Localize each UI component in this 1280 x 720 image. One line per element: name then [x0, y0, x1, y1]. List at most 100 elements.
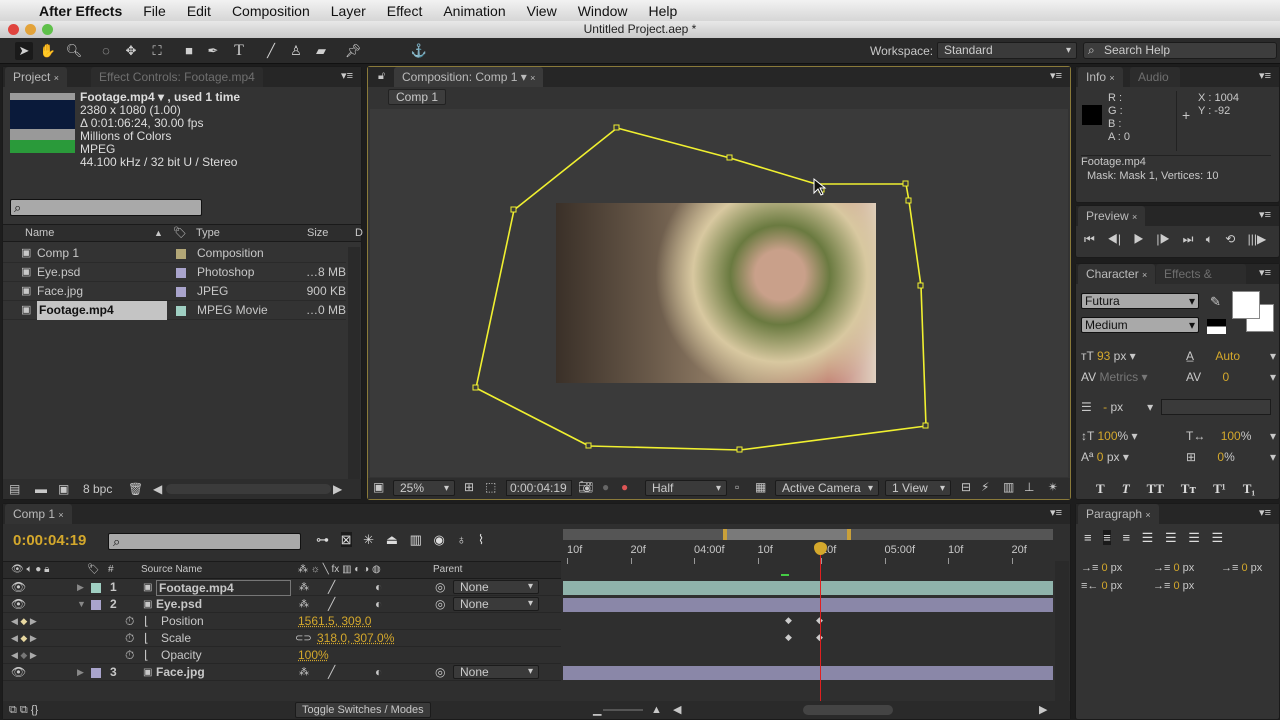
label-color-swatch[interactable] [176, 306, 186, 316]
menu-layer[interactable]: Layer [331, 3, 366, 19]
black-white-swatch[interactable] [1207, 319, 1226, 334]
label-color-swatch[interactable] [176, 268, 186, 278]
previous-frame-icon[interactable]: ◀| [1107, 232, 1121, 246]
timeline-tracks[interactable]: ◆ ◆ ◆ ◆ [563, 574, 1053, 699]
mask-path[interactable] [370, 109, 1068, 477]
tab-info[interactable]: Info × [1078, 67, 1123, 87]
menu-effect[interactable]: Effect [387, 3, 423, 19]
font-size-field[interactable]: ᴛT 93 px ▾ [1081, 346, 1136, 367]
exposure-icon[interactable]: ✴ [1048, 478, 1058, 497]
project-item[interactable]: ▣ Comp 1 Composition [3, 244, 346, 263]
baseline-shift-field[interactable]: Aª 0 px ▾ [1081, 447, 1129, 468]
work-area-bar[interactable] [723, 529, 851, 540]
stopwatch-icon[interactable]: ⏱︎ [125, 630, 134, 647]
layer-switches-toggle-icon[interactable]: ⧉ ⧉ {} [9, 701, 38, 719]
brush-tool-icon[interactable]: ╱ [262, 42, 280, 60]
keyframe-navigator[interactable]: ◀ ◆ ▶ [11, 613, 37, 630]
lock-icon[interactable]: 🔓︎ [378, 70, 385, 83]
align-left-icon[interactable]: ≡ [1084, 530, 1092, 545]
magnification-dropdown[interactable]: 25% [393, 480, 455, 496]
space-before-field[interactable]: →≡ 0 px [1153, 559, 1194, 577]
horizontal-scrollbar[interactable] [166, 484, 331, 494]
puppet-pin-tool-icon[interactable]: 📌︎ [344, 42, 362, 60]
minimize-button[interactable] [25, 24, 36, 35]
tab-comp1-timeline[interactable]: Comp 1 × [5, 504, 72, 524]
layer-label-color[interactable] [91, 668, 101, 678]
scroll-left-icon[interactable]: ◀ [153, 479, 162, 499]
first-frame-icon[interactable]: ⏮ [1084, 232, 1095, 246]
playhead-line[interactable] [820, 544, 821, 704]
trash-icon[interactable]: 🗑︎ [128, 479, 143, 499]
layer-bar-eye[interactable] [563, 598, 1053, 612]
label-color-swatch[interactable] [176, 287, 186, 297]
menu-edit[interactable]: Edit [187, 3, 211, 19]
layer-label-color[interactable] [91, 583, 101, 593]
quality-switch-icon[interactable]: ╱ [328, 579, 335, 596]
fast-preview-icon[interactable]: ⚡︎ [981, 478, 989, 497]
menu-window[interactable]: Window [578, 3, 628, 19]
parent-pickwhip-icon[interactable]: ◎ [435, 579, 445, 596]
layer-bar-footage[interactable] [563, 581, 1053, 595]
motion-blur-switch-icon[interactable]: ◐ [375, 579, 382, 596]
shy-switch-icon[interactable]: ⁂ [299, 579, 309, 596]
bit-depth-button[interactable]: 8 bpc [83, 479, 112, 499]
indent-left-field[interactable]: →≡ 0 px [1081, 559, 1122, 577]
clone-stamp-tool-icon[interactable]: ♙ [287, 42, 305, 60]
column-size[interactable]: Size [307, 225, 328, 242]
shy-switch-icon[interactable]: ⁂ [299, 664, 309, 681]
layer-label-color[interactable] [91, 600, 101, 610]
zoom-tool-icon[interactable]: 🔍︎ [65, 42, 83, 60]
layer-name[interactable]: Footage.mp4 [156, 580, 291, 596]
panel-menu-icon[interactable]: ▾≡ [1050, 506, 1062, 519]
zoom-button[interactable] [42, 24, 53, 35]
menu-view[interactable]: View [527, 3, 557, 19]
subscript-button[interactable]: T₁ [1243, 481, 1256, 496]
parent-dropdown[interactable]: None [453, 665, 539, 679]
column-number[interactable]: # [108, 562, 114, 578]
stopwatch-icon[interactable]: ⏱︎ [125, 613, 134, 630]
footage-name[interactable]: Footage.mp4 ▾ , used 1 time [80, 90, 240, 104]
scale-keyframe-1[interactable]: ◆ [785, 632, 792, 643]
parent-pickwhip-icon[interactable]: ◎ [435, 664, 445, 681]
tsume-field[interactable]: ⊞ 0% ▾ [1186, 447, 1276, 468]
close-button[interactable] [8, 24, 19, 35]
scroll-right-icon[interactable]: ▶ [333, 479, 342, 499]
camera-tool-icon[interactable]: ✥ [122, 42, 140, 60]
layer-row[interactable]: 👁︎ ▼ 2 ▣ Eye.psd ⁂ ╱ ◐ ◎ None [3, 596, 561, 613]
justify-last-right-icon[interactable]: ☰ [1188, 530, 1200, 545]
scroll-right-icon[interactable]: ▶ [1039, 701, 1047, 719]
panel-menu-icon[interactable]: ▾≡ [1050, 69, 1062, 82]
collapse-arrow-icon[interactable]: ▼ [77, 596, 86, 613]
toggle-pixel-aspect-icon[interactable]: ⊟ [961, 478, 971, 497]
tab-effect-controls[interactable]: Effect Controls: Footage.mp4 [91, 67, 263, 87]
property-value[interactable]: 100% [298, 647, 329, 664]
column-parent[interactable]: Parent [433, 562, 462, 578]
motion-blur-switch-icon[interactable]: ◐ [375, 664, 382, 681]
panel-menu-icon[interactable]: ▾≡ [1259, 208, 1271, 221]
justify-last-left-icon[interactable]: ☰ [1142, 530, 1154, 545]
property-value[interactable]: 318.0, 307.0% [317, 630, 394, 647]
new-composition-icon[interactable]: ▣ [58, 479, 69, 499]
space-after-field[interactable]: →≡ 0 px [1153, 577, 1194, 595]
superscript-button[interactable]: T¹ [1213, 481, 1226, 496]
indent-right-field[interactable]: ≡← 0 px [1081, 577, 1122, 595]
eyedropper-icon[interactable]: ✎ [1210, 294, 1221, 310]
mask-visibility-icon[interactable]: ⬚ [485, 478, 496, 497]
quality-switch-icon[interactable]: ╱ [328, 664, 335, 681]
project-item[interactable]: ▣ Face.jpg JPEG 900 KB [3, 282, 346, 301]
property-row[interactable]: ◀ ◆ ▶ ⏱︎ ⌊ Opacity 100% [3, 647, 561, 664]
type-tool-icon[interactable]: T [230, 42, 248, 60]
menu-help[interactable]: Help [649, 3, 678, 19]
keyframe-navigator[interactable]: ◀ ◆ ▶ [11, 647, 37, 664]
comp-viewer[interactable] [370, 109, 1068, 477]
project-search-input[interactable]: ⌕ [10, 199, 202, 216]
draft-3d-icon[interactable]: ⊠ [340, 532, 352, 547]
faux-bold-button[interactable]: T [1096, 481, 1104, 496]
timeline-horizontal-scrollbar[interactable] [803, 705, 893, 715]
layer-bar-face[interactable] [563, 666, 1053, 680]
new-folder-icon[interactable]: ▬ [35, 479, 47, 499]
region-of-interest-icon[interactable]: ▣ [373, 478, 384, 497]
motion-blur-icon[interactable]: ▥ [410, 532, 422, 547]
camera-dropdown[interactable]: Active Camera [775, 480, 879, 496]
timeline-vertical-scrollbar[interactable] [1055, 561, 1069, 701]
